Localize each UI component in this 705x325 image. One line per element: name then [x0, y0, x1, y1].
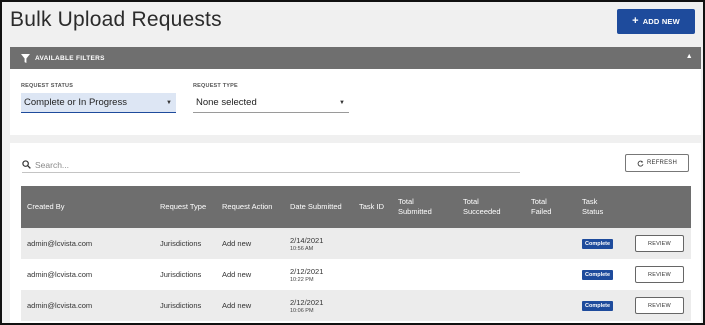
filters-header-label: AVAILABLE FILTERS	[35, 54, 105, 62]
search-placeholder: Search...	[35, 159, 70, 170]
table-row[interactable]: admin@lcvista.com Jurisdictions Add new …	[21, 290, 691, 321]
cell-date: 2/12/2021	[290, 267, 324, 276]
col-task-id[interactable]: Task ID	[353, 186, 392, 228]
status-badge: Complete	[582, 239, 614, 249]
table-row[interactable]: admin@lcvista.com Jurisdictions Add new …	[21, 228, 691, 259]
request-type-label: REQUEST TYPE	[193, 83, 238, 89]
request-type-filter: REQUEST TYPE None selected ▼	[193, 83, 349, 113]
cell-total-failed	[525, 290, 576, 321]
review-button[interactable]: REVIEW	[635, 266, 684, 283]
cell-total-submitted	[392, 259, 457, 290]
col-request-action[interactable]: Request Action	[216, 186, 284, 228]
cell-date-submitted: 2/12/2021 10:06 PM	[284, 290, 353, 321]
cell-created-by: admin@lcvista.com	[27, 239, 93, 248]
cell-request-type: Jurisdictions	[160, 239, 202, 248]
col-total-submitted[interactable]: Total Submitted	[392, 186, 457, 228]
cell-date: 2/12/2021	[290, 298, 324, 307]
cell-created-by: admin@lcvista.com	[27, 270, 93, 279]
cell-date-submitted: 2/12/2021 10:22 PM	[284, 259, 353, 290]
status-badge: Complete	[582, 301, 614, 311]
cell-request-action: Add new	[222, 239, 252, 248]
refresh-label: REFRESH	[646, 160, 678, 166]
col-task-status[interactable]: Task Status	[576, 186, 629, 228]
requests-panel: Search... REFRESH Created By Request Typ…	[10, 143, 701, 323]
cell-date: 2/14/2021	[290, 236, 324, 245]
filters-header[interactable]: AVAILABLE FILTERS ▲	[10, 47, 701, 69]
dropdown-arrow-icon: ▼	[166, 99, 172, 106]
refresh-icon	[637, 160, 644, 167]
cell-task-id	[353, 290, 392, 321]
cell-time: 10:22 PM	[290, 277, 314, 283]
col-total-failed[interactable]: Total Failed	[525, 186, 576, 228]
cell-task-status: Complete	[576, 290, 629, 321]
cell-total-succeeded	[457, 290, 525, 321]
search-field[interactable]: Search...	[22, 157, 520, 173]
review-button[interactable]: REVIEW	[635, 235, 684, 252]
request-status-value: Complete or In Progress	[24, 97, 127, 108]
collapse-chevron-icon[interactable]: ▲	[686, 53, 693, 60]
plus-icon: +	[632, 15, 639, 27]
cell-task-status: Complete	[576, 259, 629, 290]
col-total-succeeded[interactable]: Total Succeeded	[457, 186, 525, 228]
cell-task-id	[353, 228, 392, 259]
request-status-select[interactable]: Complete or In Progress ▼	[21, 93, 176, 113]
request-type-select[interactable]: None selected ▼	[193, 93, 349, 113]
cell-time: 10:56 AM	[290, 246, 314, 252]
refresh-button[interactable]: REFRESH	[625, 154, 689, 172]
cell-actions: REVIEW	[629, 259, 691, 290]
cell-total-succeeded	[457, 228, 525, 259]
cell-total-submitted	[392, 290, 457, 321]
add-new-label: ADD NEW	[642, 17, 680, 26]
request-status-filter: REQUEST STATUS Complete or In Progress ▼	[21, 83, 176, 113]
cell-actions: REVIEW	[629, 228, 691, 259]
cell-total-failed	[525, 228, 576, 259]
dropdown-arrow-icon: ▼	[339, 99, 345, 106]
page-title: Bulk Upload Requests	[10, 8, 222, 31]
cell-total-submitted	[392, 228, 457, 259]
filter-icon	[21, 53, 30, 63]
cell-request-action: Add new	[222, 270, 252, 279]
status-badge: Complete	[582, 270, 614, 280]
request-type-value: None selected	[196, 97, 257, 108]
cell-total-succeeded	[457, 259, 525, 290]
cell-request-type: Jurisdictions	[160, 301, 202, 310]
table-header-row: Created By Request Type Request Action D…	[21, 186, 691, 228]
col-request-type[interactable]: Request Type	[154, 186, 216, 228]
cell-time: 10:06 PM	[290, 308, 314, 314]
cell-task-id	[353, 259, 392, 290]
review-button[interactable]: REVIEW	[635, 297, 684, 314]
add-new-button[interactable]: + ADD NEW	[617, 9, 695, 34]
cell-created-by: admin@lcvista.com	[27, 301, 93, 310]
col-date-submitted[interactable]: Date Submitted	[284, 186, 353, 228]
request-status-label: REQUEST STATUS	[21, 83, 74, 89]
table-row[interactable]: admin@lcvista.com Jurisdictions Add new …	[21, 259, 691, 290]
cell-task-status: Complete	[576, 228, 629, 259]
cell-request-type: Jurisdictions	[160, 270, 202, 279]
search-icon	[22, 160, 31, 169]
requests-table: Created By Request Type Request Action D…	[21, 186, 691, 321]
col-created-by[interactable]: Created By	[21, 186, 154, 228]
cell-date-submitted: 2/14/2021 10:56 AM	[284, 228, 353, 259]
cell-actions: REVIEW	[629, 290, 691, 321]
col-actions	[629, 186, 691, 228]
filters-panel: AVAILABLE FILTERS ▲ REQUEST STATUS Compl…	[10, 47, 701, 135]
cell-request-action: Add new	[222, 301, 252, 310]
cell-total-failed	[525, 259, 576, 290]
